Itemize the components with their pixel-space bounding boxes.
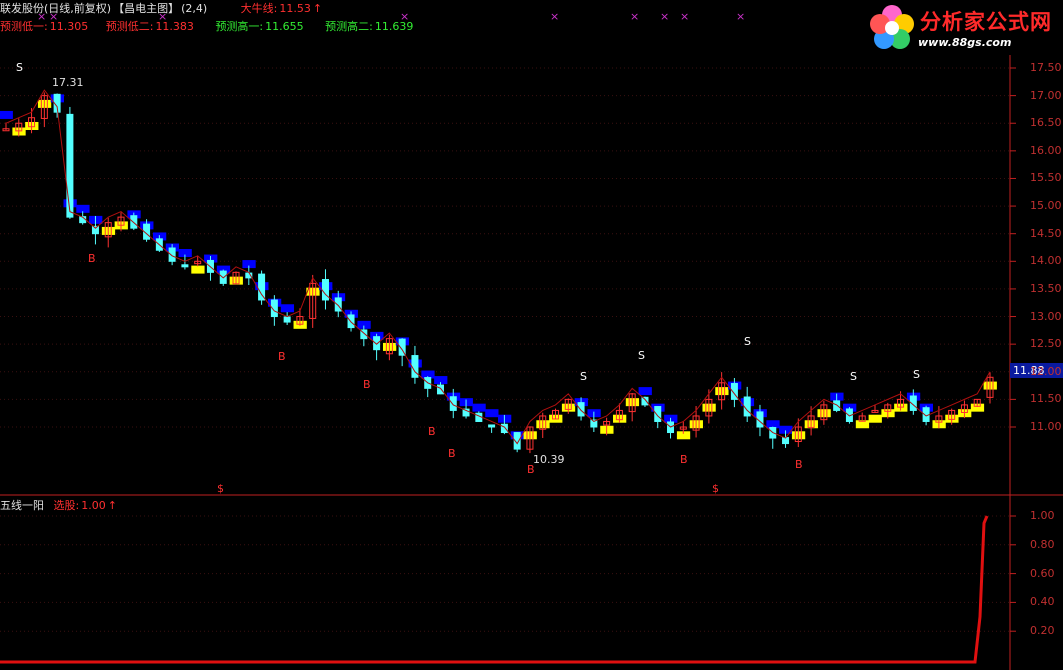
- price-tick-label: 12.50: [1030, 337, 1062, 351]
- bull-line: [0, 94, 997, 440]
- price-tick-label: 16.00: [1030, 143, 1062, 157]
- dollar-signal-mark: $: [712, 482, 719, 495]
- price-tick-label: 11.50: [1030, 392, 1062, 406]
- price-tick-label: 11.00: [1030, 420, 1062, 433]
- buy-signal-mark: B: [88, 252, 96, 265]
- price-tick-label: 17.00: [1030, 88, 1062, 102]
- select-value: 1.00: [81, 499, 106, 512]
- price-tick-label: 14.50: [1030, 226, 1062, 240]
- cross-mark: ×: [400, 10, 410, 23]
- price-tick-label: 17.50: [1030, 61, 1062, 74]
- candle-body: [577, 402, 585, 417]
- price-tick-label: 12.00: [1030, 364, 1062, 378]
- cross-mark: ×: [49, 10, 59, 23]
- ma-line: [5, 89, 991, 445]
- sub-indicator-polyline: [0, 515, 989, 664]
- buy-signal-mark: B: [680, 453, 688, 466]
- candle-body: [833, 400, 841, 411]
- bull-line-segment: [0, 110, 13, 119]
- up-arrow-icon: ↑: [107, 499, 117, 512]
- buy-signal-mark: B: [527, 463, 535, 476]
- ma-polyline: [5, 89, 991, 445]
- sub-indicator-line: [0, 515, 989, 664]
- cross-mark: ×: [158, 10, 168, 23]
- price-tick-label: 13.00: [1030, 309, 1062, 323]
- cross-mark: ×: [660, 10, 670, 23]
- sub-tick-label: 1.00: [1030, 509, 1055, 522]
- chart-grid: [0, 67, 1010, 632]
- sell-signal-mark: S: [580, 370, 587, 383]
- price-tick-label: 14.00: [1030, 254, 1062, 268]
- sub-panel-header: 五线一阳 选股: 1.00 ↑: [0, 497, 119, 513]
- candle-body: [91, 225, 99, 235]
- sub-tick-label: 0.80: [1030, 537, 1055, 551]
- cross-mark: ×: [37, 10, 47, 23]
- candle-body: [283, 316, 291, 323]
- high-price-label: 17.31: [52, 76, 84, 89]
- logo-title: 分析家公式网: [920, 10, 1052, 34]
- candle-body: [334, 297, 342, 312]
- buy-signal-mark: B: [448, 447, 456, 460]
- buy-signal-mark: B: [363, 378, 371, 391]
- sell-signal-mark: S: [913, 368, 920, 381]
- cross-mark: ×: [736, 10, 746, 23]
- sub-tick-label: 0.20: [1030, 624, 1055, 638]
- sub-tick-label: 0.60: [1030, 566, 1055, 580]
- candle-body: [168, 247, 176, 262]
- indicator-name: 五线一阳: [0, 499, 44, 512]
- candle-body: [488, 424, 496, 428]
- candle-body: [743, 396, 751, 417]
- bull-line-segment: [868, 414, 882, 423]
- candle-body: [436, 384, 444, 395]
- logo-url: www.88gs.com: [918, 36, 1012, 49]
- sell-signal-mark: S: [638, 349, 645, 362]
- sell-signal-mark: S: [16, 61, 23, 74]
- candle-body: [181, 264, 189, 268]
- sell-signal-mark: S: [744, 335, 751, 348]
- candle-body: [258, 273, 266, 301]
- bull-line-segment: [280, 304, 295, 313]
- cross-mark: ×: [680, 10, 690, 23]
- bull-line-segment: [472, 403, 486, 412]
- candle-body: [500, 423, 508, 434]
- buy-signal-mark: B: [428, 425, 436, 438]
- buy-signal-mark: B: [278, 350, 286, 363]
- bull-line-segment: [191, 265, 205, 274]
- sell-signal-mark: S: [850, 370, 857, 383]
- candle-body: [66, 113, 74, 218]
- dollar-signal-mark: $: [217, 482, 224, 495]
- bull-line-segment: [485, 409, 499, 418]
- select-label: 选股:: [53, 499, 80, 512]
- sub-tick-label: 0.40: [1030, 595, 1055, 609]
- low-price-label: 10.39: [533, 453, 565, 466]
- price-tick-label: 15.50: [1030, 171, 1062, 185]
- cross-mark: ×: [630, 10, 640, 23]
- price-tick-label: 13.50: [1030, 281, 1062, 295]
- bull-line-segment: [638, 387, 652, 396]
- candle-body: [130, 215, 138, 229]
- cross-mark: ×: [550, 10, 560, 23]
- candle-body: [373, 336, 381, 351]
- price-tick-label: 15.00: [1030, 199, 1062, 213]
- candle-body: [641, 396, 649, 406]
- buy-signal-mark: B: [795, 458, 803, 471]
- price-tick-label: 16.50: [1030, 116, 1062, 130]
- axis-ticks: [1010, 67, 1016, 632]
- kline-chart[interactable]: [0, 0, 1063, 670]
- candle-body: [449, 396, 457, 411]
